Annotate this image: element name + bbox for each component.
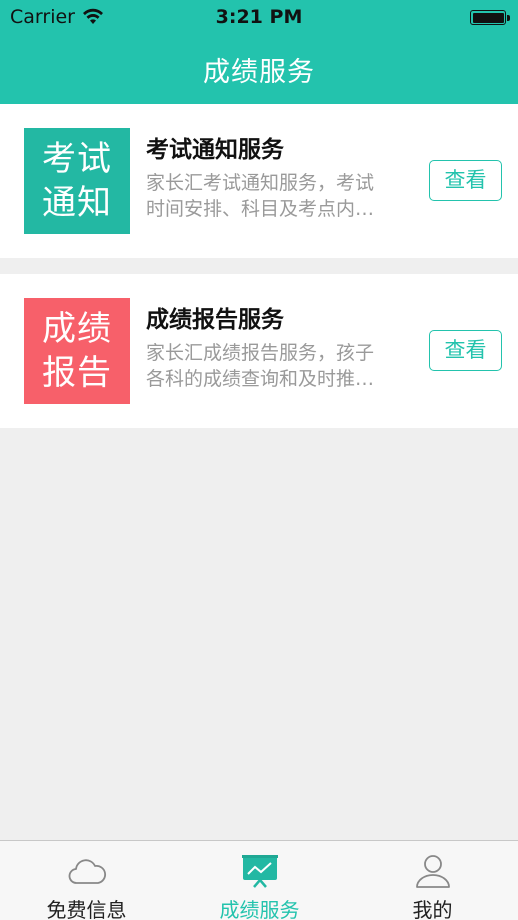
thumbnail-text-line1: 成绩 [42, 309, 112, 349]
exam-notice-thumbnail: 考试 通知 [24, 128, 130, 234]
chart-board-icon [241, 855, 278, 888]
tab-label: 我的 [412, 898, 453, 920]
tab-free-info[interactable]: 免费信息 [0, 841, 173, 920]
page-title: 成绩服务 [203, 57, 315, 88]
service-card-score-report[interactable]: 成绩 报告 成绩报告服务 家长汇成绩报告服务，孩子 各科的成绩查询和及时推… 查… [0, 274, 518, 428]
battery-icon [470, 10, 510, 25]
description-line1: 家长汇成绩报告服务，孩子 [146, 342, 375, 364]
description-line2: 各科的成绩查询和及时推… [146, 368, 375, 390]
card-description: 家长汇考试通知服务，考试 时间安排、科目及考点内… [146, 170, 412, 222]
card-title: 考试通知服务 [146, 137, 284, 163]
status-time: 3:21 PM [215, 6, 303, 28]
card-description: 家长汇成绩报告服务，孩子 各科的成绩查询和及时推… [146, 340, 412, 392]
description-line2: 时间安排、科目及考点内… [146, 198, 375, 220]
header: Carrier 3:21 PM 成绩服务 [0, 0, 518, 104]
view-button[interactable]: 查看 [429, 330, 502, 371]
thumbnail-text-line1: 考试 [42, 139, 112, 179]
tab-mine[interactable]: 我的 [346, 841, 518, 920]
thumbnail-text-line2: 通知 [42, 183, 112, 223]
tab-bar: 免费信息 成绩服务 我的 [0, 840, 518, 920]
score-report-thumbnail: 成绩 报告 [24, 298, 130, 404]
thumbnail-text-line2: 报告 [42, 353, 112, 393]
tab-score-service[interactable]: 成绩服务 [173, 841, 346, 920]
tab-label: 免费信息 [46, 898, 127, 920]
card-title: 成绩报告服务 [146, 307, 284, 333]
status-bar: Carrier 3:21 PM [0, 0, 518, 34]
view-button[interactable]: 查看 [429, 160, 502, 201]
tab-label: 成绩服务 [219, 898, 300, 920]
service-card-exam-notice[interactable]: 考试 通知 考试通知服务 家长汇考试通知服务，考试 时间安排、科目及考点内… 查… [0, 104, 518, 258]
user-icon [415, 855, 450, 888]
description-line1: 家长汇考试通知服务，考试 [146, 172, 375, 194]
cloud-icon [68, 859, 106, 884]
